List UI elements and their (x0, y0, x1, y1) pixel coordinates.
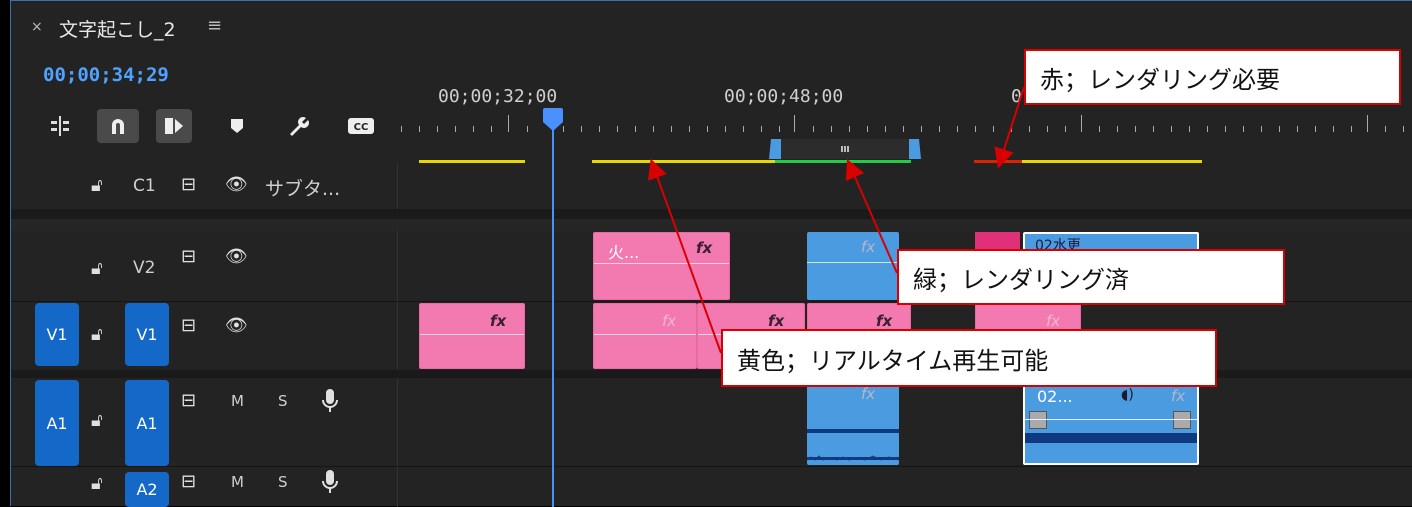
timeline-panel: × 文字起こし_2 ≡ 00;00;34;29 CC 00;00;32;00 0… (10, 0, 1412, 507)
callout-green-render: 緑；レンダリング済 (897, 249, 1285, 305)
callout-yellow-render: 黄色；リアルタイム再生可能 (721, 329, 1217, 387)
callout-red-render: 赤；レンダリング必要 (1024, 49, 1401, 105)
